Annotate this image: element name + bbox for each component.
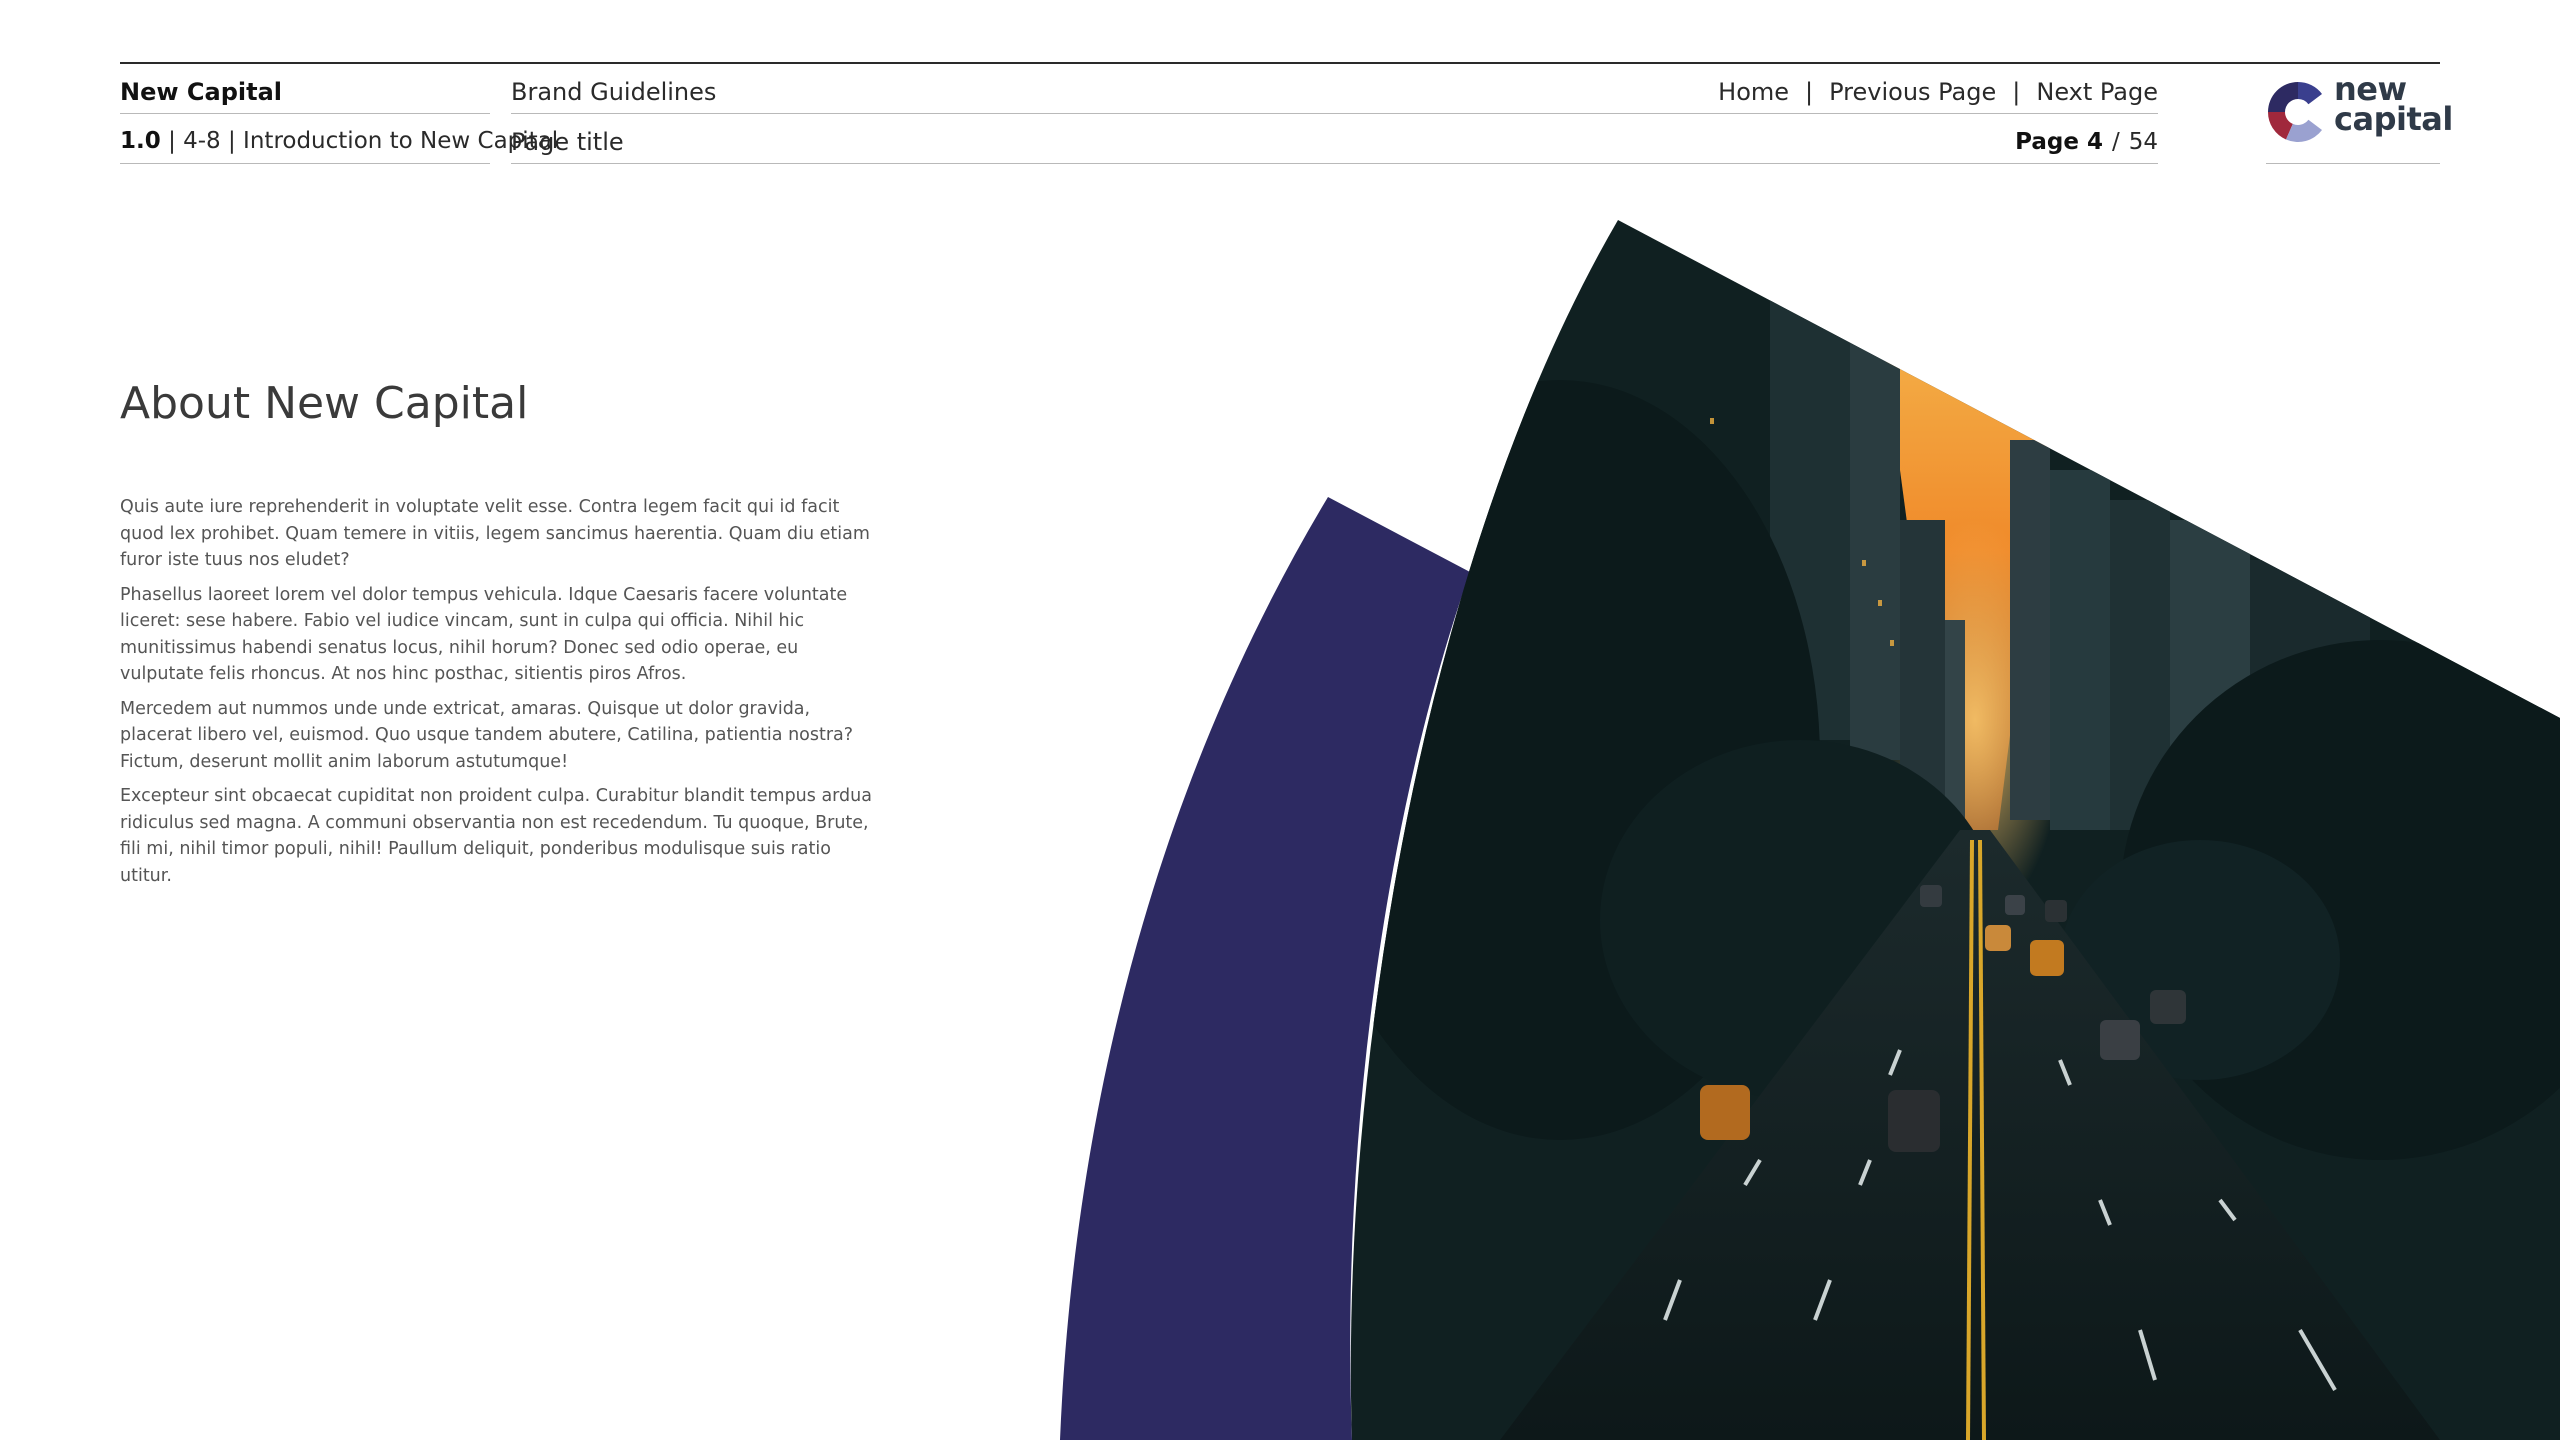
- body-paragraph: Excepteur sint obcaecat cupiditat non pr…: [120, 786, 872, 886]
- body-paragraph: Quis aute iure reprehenderit in voluptat…: [120, 497, 870, 570]
- document-title: Brand Guidelines: [511, 78, 717, 106]
- brand-name: New Capital: [120, 78, 282, 106]
- page-counter: Page 4 / 54: [2015, 127, 2158, 157]
- section-description: | 4-8 | Introduction to New Capital: [168, 128, 559, 154]
- page-title: Page title: [511, 128, 624, 156]
- body-paragraph: Mercedem aut nummos unde unde extricat, …: [120, 698, 854, 772]
- section-heading: About New Capital: [120, 378, 529, 429]
- header-divider: [2266, 163, 2440, 164]
- home-link[interactable]: Home: [1718, 77, 1789, 107]
- cars: [1700, 885, 2186, 1152]
- body-text: Quis aute iure reprehenderit in voluptat…: [120, 494, 880, 897]
- header-divider: [120, 113, 490, 114]
- header-top-rule: [120, 62, 2440, 64]
- page-navigation: Home | Previous Page | Next Page: [1718, 77, 2158, 107]
- logo-line-capital: capital: [2334, 100, 2453, 138]
- previous-page-link[interactable]: Previous Page: [1829, 77, 1996, 107]
- logo-wordmark: new capital: [2334, 73, 2453, 138]
- header-divider: [511, 163, 2158, 164]
- logo-c-mark-icon: [2268, 82, 2322, 143]
- current-page: Page 4: [2015, 129, 2103, 155]
- header-divider: [120, 163, 490, 164]
- page-slash: /: [2111, 129, 2120, 155]
- brand-guidelines-page: New Capital 1.0 | 4-8 | Introduction to …: [0, 0, 2560, 1440]
- nav-separator: |: [1805, 78, 1814, 106]
- header-divider: [511, 113, 2158, 114]
- nav-separator: |: [2012, 78, 2021, 106]
- total-pages: 54: [2128, 129, 2158, 155]
- next-page-link[interactable]: Next Page: [2036, 77, 2158, 107]
- section-label: 1.0 | 4-8 | Introduction to New Capital: [120, 126, 558, 156]
- navy-accent-shape: [1060, 497, 1470, 1440]
- city-street-photo: [1350, 220, 2560, 1440]
- section-number: 1.0: [120, 128, 161, 154]
- body-paragraph: Phasellus laoreet lorem vel dolor tempus…: [120, 584, 848, 685]
